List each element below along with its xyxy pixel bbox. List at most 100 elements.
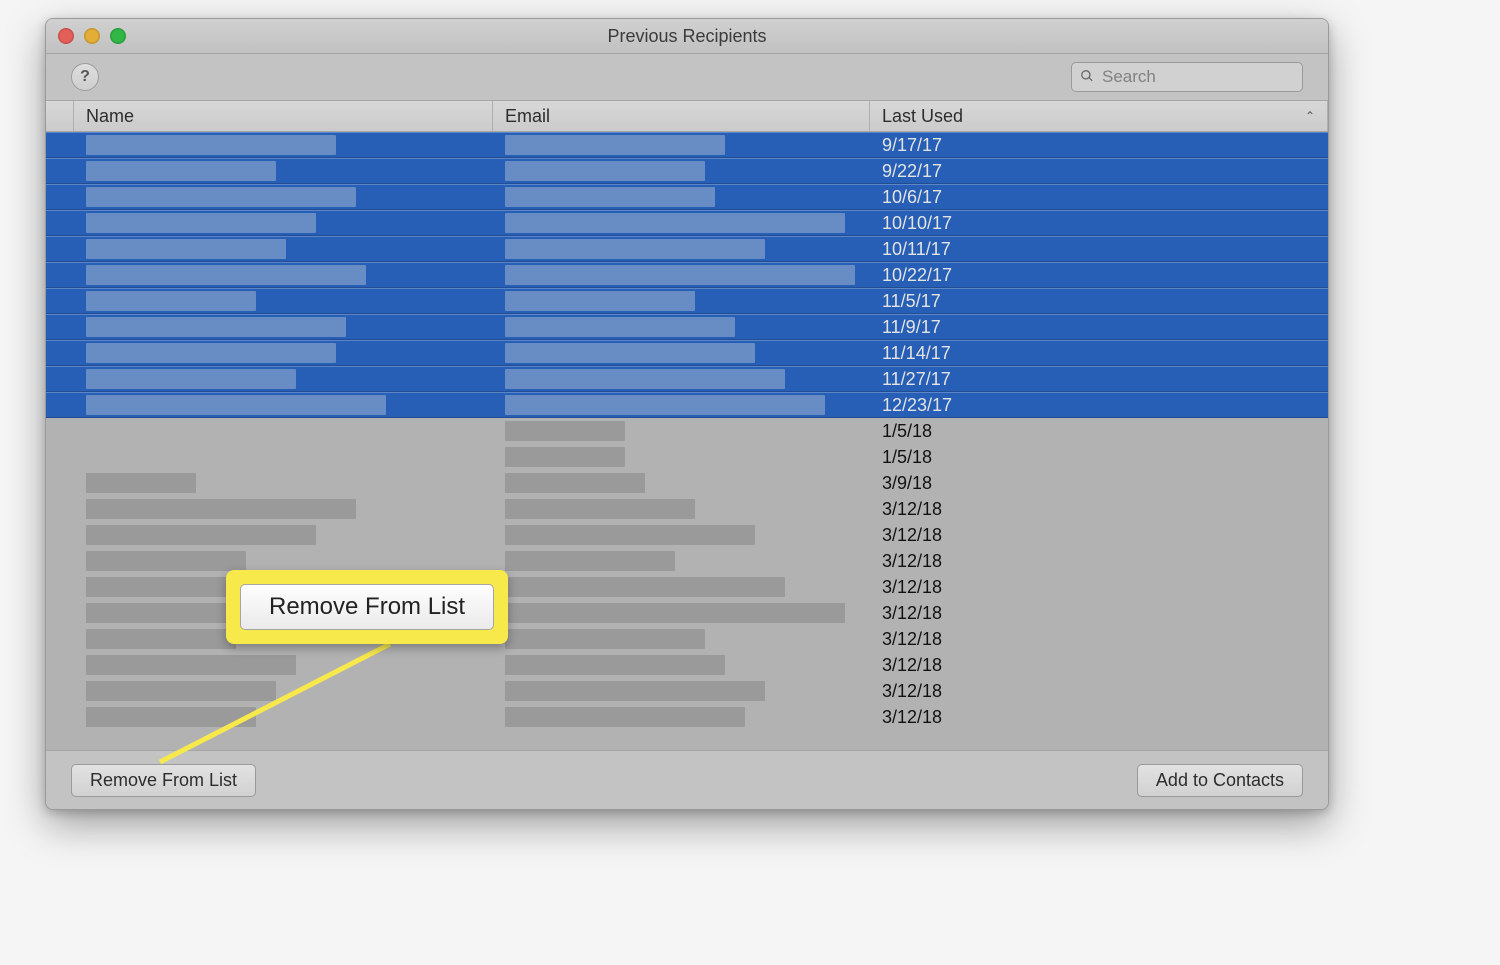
table-row[interactable]: 10/11/17 (46, 236, 1328, 262)
redacted-email (505, 265, 855, 285)
last-used-value: 9/17/17 (882, 135, 942, 156)
table-row[interactable]: 3/12/18 (46, 704, 1328, 730)
redacted-name (86, 317, 346, 337)
header-name[interactable]: Name (74, 101, 493, 131)
table-row[interactable]: 3/12/18 (46, 678, 1328, 704)
redacted-name (86, 291, 256, 311)
redacted-name (86, 473, 196, 493)
window-controls (58, 28, 126, 44)
search-icon (1080, 67, 1094, 88)
table-row[interactable]: 3/12/18 (46, 496, 1328, 522)
table-header: Name Email Last Used ⌃ (46, 101, 1328, 132)
redacted-email (505, 239, 765, 259)
redacted-email (505, 525, 755, 545)
last-used-value: 12/23/17 (882, 395, 952, 416)
redacted-name (86, 161, 276, 181)
search-field[interactable] (1071, 62, 1303, 92)
last-used-value: 3/12/18 (882, 551, 942, 572)
redacted-email (505, 655, 725, 675)
header-email[interactable]: Email (493, 101, 870, 131)
last-used-value: 3/12/18 (882, 707, 942, 728)
redacted-name (86, 213, 316, 233)
table-row[interactable]: 1/5/18 (46, 418, 1328, 444)
table-row[interactable]: 10/6/17 (46, 184, 1328, 210)
last-used-value: 3/9/18 (882, 473, 932, 494)
table-row[interactable]: 9/22/17 (46, 158, 1328, 184)
header-last-used[interactable]: Last Used ⌃ (870, 101, 1328, 131)
close-window-button[interactable] (58, 28, 74, 44)
redacted-email (505, 317, 735, 337)
last-used-value: 10/10/17 (882, 213, 952, 234)
redacted-email (505, 707, 745, 727)
redacted-name (86, 551, 246, 571)
redacted-name (86, 239, 286, 259)
search-input[interactable] (1100, 66, 1325, 88)
redacted-name (86, 369, 296, 389)
minimize-window-button[interactable] (84, 28, 100, 44)
recipients-table[interactable]: 9/17/179/22/17 10/6/17 10/10/17 10/11/17 10/… (46, 132, 1328, 750)
redacted-email (505, 551, 675, 571)
last-used-value: 3/12/18 (882, 629, 942, 650)
redacted-email (505, 447, 625, 467)
redacted-name (86, 499, 356, 519)
redacted-name (86, 525, 316, 545)
last-used-value: 10/11/17 (882, 239, 951, 260)
redacted-email (505, 343, 755, 363)
last-used-value: 3/12/18 (882, 655, 942, 676)
last-used-value: 11/9/17 (882, 317, 941, 338)
table-row[interactable]: 10/10/17 (46, 210, 1328, 236)
redacted-email (505, 577, 785, 597)
redacted-name (86, 343, 336, 363)
titlebar: Previous Recipients (46, 19, 1328, 54)
callout-highlight: Remove From List (226, 570, 508, 644)
table-row[interactable]: 10/22/17 (46, 262, 1328, 288)
redacted-name (86, 135, 336, 155)
table-row[interactable]: 3/9/18 (46, 470, 1328, 496)
last-used-value: 1/5/18 (882, 447, 932, 468)
redacted-name (86, 655, 296, 675)
redacted-email (505, 369, 785, 389)
redacted-name (86, 707, 256, 727)
table-row[interactable]: 11/14/17 (46, 340, 1328, 366)
add-to-contacts-button[interactable]: Add to Contacts (1137, 764, 1303, 797)
bottom-toolbar: Remove From List Add to Contacts (46, 750, 1328, 809)
table-row[interactable]: 12/23/17 (46, 392, 1328, 418)
redacted-email (505, 681, 765, 701)
table-row[interactable]: 9/17/17 (46, 132, 1328, 158)
sort-ascending-icon: ⌃ (1305, 109, 1315, 123)
header-last-used-label: Last Used (882, 106, 963, 127)
help-button[interactable]: ? (71, 63, 99, 91)
previous-recipients-window: Previous Recipients ? Name Email Last Us… (45, 18, 1329, 810)
redacted-name (86, 395, 386, 415)
table-row[interactable]: 3/12/18 (46, 652, 1328, 678)
redacted-email (505, 629, 705, 649)
last-used-value: 11/27/17 (882, 369, 951, 390)
header-gutter (46, 101, 74, 131)
table-row[interactable]: 11/9/17 (46, 314, 1328, 340)
table-row[interactable]: 3/12/18 (46, 522, 1328, 548)
redacted-name (86, 187, 356, 207)
last-used-value: 11/5/17 (882, 291, 941, 312)
last-used-value: 10/22/17 (882, 265, 952, 286)
last-used-value: 1/5/18 (882, 421, 932, 442)
remove-from-list-button[interactable]: Remove From List (71, 764, 256, 797)
redacted-email (505, 161, 705, 181)
callout-remove-button: Remove From List (240, 584, 494, 630)
last-used-value: 3/12/18 (882, 525, 942, 546)
redacted-name (86, 629, 236, 649)
redacted-email (505, 213, 845, 233)
last-used-value: 3/12/18 (882, 681, 942, 702)
table-row[interactable]: 11/5/17 (46, 288, 1328, 314)
table-row[interactable]: 1/5/18 (46, 444, 1328, 470)
redacted-email (505, 187, 715, 207)
table-row[interactable]: 11/27/17 (46, 366, 1328, 392)
redacted-email (505, 421, 625, 441)
redacted-email (505, 291, 695, 311)
zoom-window-button[interactable] (110, 28, 126, 44)
last-used-value: 10/6/17 (882, 187, 942, 208)
toolbar: ? (46, 54, 1328, 101)
last-used-value: 11/14/17 (882, 343, 951, 364)
redacted-email (505, 473, 645, 493)
redacted-email (505, 499, 695, 519)
redacted-name (86, 681, 276, 701)
